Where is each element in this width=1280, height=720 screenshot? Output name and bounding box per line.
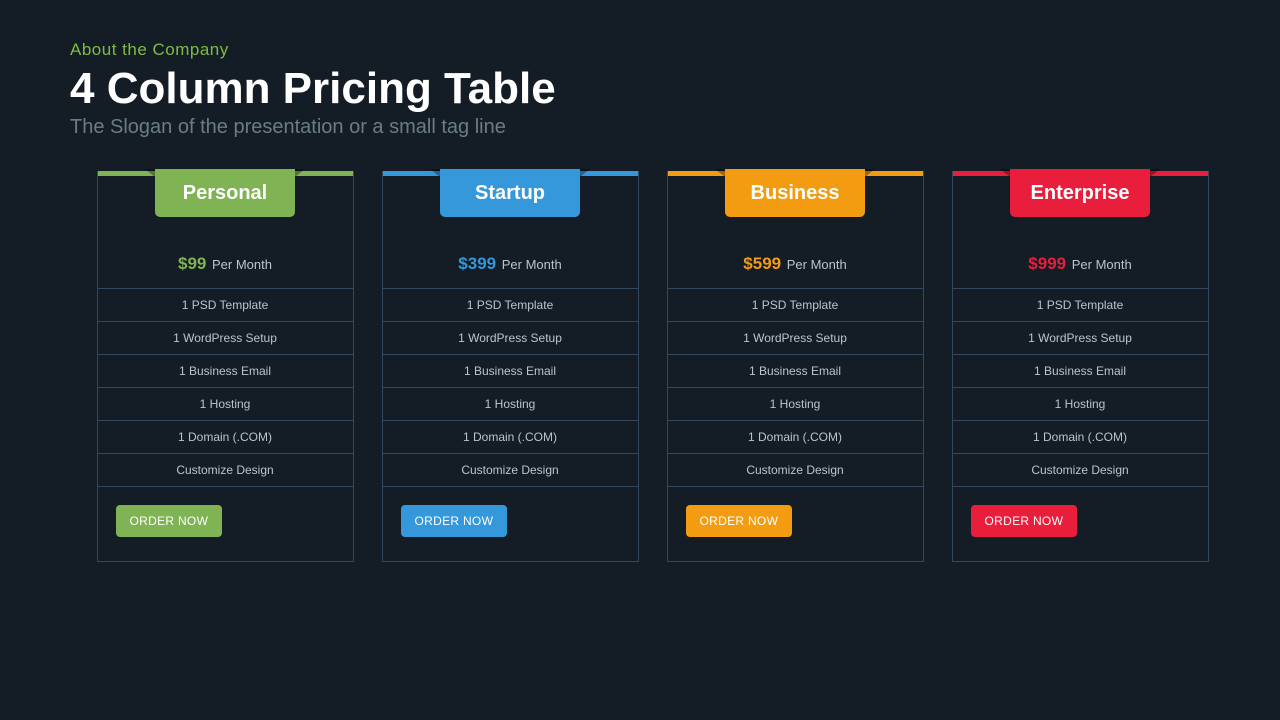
plan-feature: 1 Domain (.COM): [98, 421, 353, 454]
page-subtitle: The Slogan of the presentation or a smal…: [70, 116, 1210, 139]
pricing-card-business: Business$599 Per Month1 PSD Template1 Wo…: [667, 171, 924, 562]
plan-ribbon: Personal: [155, 169, 295, 217]
plan-period: Per Month: [783, 257, 847, 272]
plan-feature: 1 Hosting: [953, 388, 1208, 421]
plan-feature: 1 Hosting: [668, 388, 923, 421]
plan-feature: 1 PSD Template: [953, 289, 1208, 322]
plan-feature: 1 Business Email: [383, 355, 638, 388]
plan-feature: 1 Business Email: [953, 355, 1208, 388]
plan-feature: 1 WordPress Setup: [668, 322, 923, 355]
plan-feature: Customize Design: [98, 454, 353, 487]
plan-feature: 1 Domain (.COM): [383, 421, 638, 454]
plan-price: $599: [743, 254, 781, 273]
order-now-button[interactable]: ORDER NOW: [971, 505, 1078, 537]
pricing-card-personal: Personal$99 Per Month1 PSD Template1 Wor…: [97, 171, 354, 562]
price-row: $99 Per Month: [98, 242, 353, 289]
overline-text: About the Company: [70, 40, 1210, 60]
plan-feature: 1 Hosting: [98, 388, 353, 421]
plan-feature: 1 WordPress Setup: [953, 322, 1208, 355]
plan-ribbon: Startup: [440, 169, 580, 217]
pricing-card-startup: Startup$399 Per Month1 PSD Template1 Wor…: [382, 171, 639, 562]
plan-feature: 1 Business Email: [98, 355, 353, 388]
order-now-button[interactable]: ORDER NOW: [686, 505, 793, 537]
plan-ribbon: Business: [725, 169, 865, 217]
order-now-button[interactable]: ORDER NOW: [401, 505, 508, 537]
plan-price: $999: [1028, 254, 1066, 273]
price-row: $599 Per Month: [668, 242, 923, 289]
plan-feature: Customize Design: [953, 454, 1208, 487]
price-row: $999 Per Month: [953, 242, 1208, 289]
page-title: 4 Column Pricing Table: [70, 64, 1210, 114]
plan-feature: 1 WordPress Setup: [98, 322, 353, 355]
price-row: $399 Per Month: [383, 242, 638, 289]
plan-price: $399: [458, 254, 496, 273]
plan-feature: 1 WordPress Setup: [383, 322, 638, 355]
plan-ribbon: Enterprise: [1010, 169, 1150, 217]
plan-feature: Customize Design: [383, 454, 638, 487]
pricing-cards-row: Personal$99 Per Month1 PSD Template1 Wor…: [95, 171, 1210, 562]
plan-feature: 1 Business Email: [668, 355, 923, 388]
plan-feature: 1 Domain (.COM): [668, 421, 923, 454]
plan-period: Per Month: [1068, 257, 1132, 272]
plan-period: Per Month: [208, 257, 272, 272]
plan-feature: Customize Design: [668, 454, 923, 487]
plan-price: $99: [178, 254, 206, 273]
pricing-card-enterprise: Enterprise$999 Per Month1 PSD Template1 …: [952, 171, 1209, 562]
plan-feature: 1 Domain (.COM): [953, 421, 1208, 454]
plan-period: Per Month: [498, 257, 562, 272]
plan-feature: 1 Hosting: [383, 388, 638, 421]
plan-feature: 1 PSD Template: [98, 289, 353, 322]
order-now-button[interactable]: ORDER NOW: [116, 505, 223, 537]
plan-feature: 1 PSD Template: [383, 289, 638, 322]
plan-feature: 1 PSD Template: [668, 289, 923, 322]
